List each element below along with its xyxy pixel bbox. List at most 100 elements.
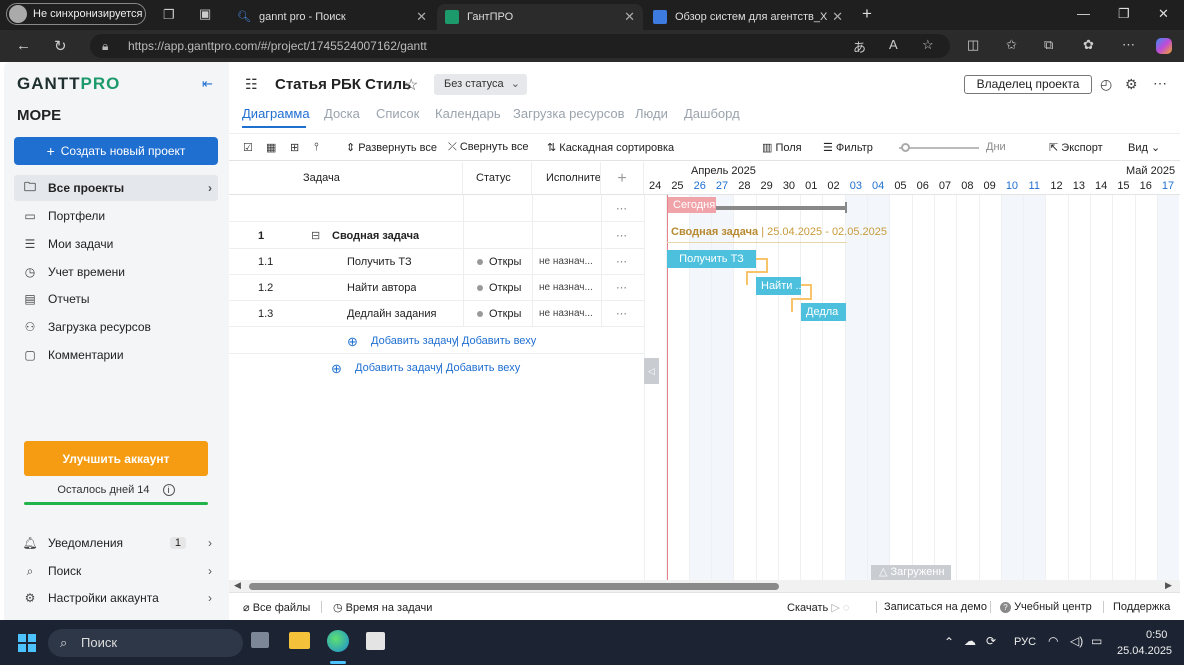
close-icon[interactable]: ✕ [832,9,843,25]
project-summary-bar[interactable] [716,206,846,210]
cascade-sort-button[interactable]: ⇅ Каскадная сортировка [547,141,674,154]
sidebar-item-reports[interactable]: ▤ Отчеты [14,286,218,312]
project-title[interactable]: Статья РБК Стиль [275,76,411,93]
sidebar-item-notifications[interactable]: 🔔︎ Уведомления 1 › [14,530,218,556]
add-circle-icon[interactable]: ⊕ [331,361,342,377]
table-row-project[interactable]: ⋯ [229,196,644,222]
tab-actions-icon[interactable]: ▣ [199,6,211,22]
indent-icon[interactable]: ⫯ [314,141,319,154]
clock-date[interactable]: 25.04.2025 [1117,645,1172,657]
export-button[interactable]: ⇱ Экспорт [1049,141,1103,154]
copilot-icon[interactable] [1156,38,1172,54]
book-demo-link[interactable]: Записаться на демо [884,601,987,613]
video-editor-icon[interactable] [366,632,385,650]
summary-task-label[interactable]: Сводная задача | 25.04.2025 - 02.05.2025 [671,226,887,238]
gear-icon[interactable]: ⚙ [1125,76,1138,93]
task-assignee[interactable]: не назнач... [539,301,597,327]
learning-center-link[interactable]: ? Учебный центр [1000,601,1092,613]
download-link[interactable]: Скачать ▷ ◌ [787,601,849,614]
favorites-icon[interactable]: ✩ [1006,37,1017,53]
favorite-star-icon[interactable]: ☆ [404,75,418,95]
create-project-button[interactable]: + Создать новый проект [14,137,218,165]
task-status[interactable]: Откры [477,275,529,301]
table-row[interactable]: 1.3 Дедлайн задания Откры не назнач... ⋯ [229,301,644,327]
minimize-icon[interactable]: — [1077,6,1090,21]
grid-resize-handle[interactable]: ◁ [644,358,659,384]
history-icon[interactable]: ◴ [1100,76,1112,93]
add-milestone-link[interactable]: | Добавить веху [456,335,536,347]
tab-board[interactable]: Доска [324,106,360,121]
header-assignee[interactable]: Исполните [532,162,601,195]
tab-diagram[interactable]: Диаграмма [242,106,310,121]
read-aloud-icon[interactable]: A [889,37,898,52]
row-menu-icon[interactable]: ⋯ [616,196,628,222]
tab-search[interactable]: 🔍︎ gannt pro - Поиск ✕ [229,4,435,30]
info-icon[interactable]: i [162,484,175,496]
zoom-slider[interactable] [899,143,979,152]
header-task[interactable]: Задача [229,162,463,195]
extensions-icon[interactable]: ✿ [1083,37,1094,53]
tab-dashboard[interactable]: Дашборд [684,106,740,121]
edge-icon[interactable] [327,630,349,652]
collapse-sidebar-icon[interactable]: ⇤ [202,76,213,92]
task-status[interactable]: Откры [477,301,529,327]
task-status[interactable]: Откры [477,249,529,275]
task-name[interactable]: Найти автора [347,275,416,301]
task-bar[interactable]: Получить ТЗ [667,250,756,268]
select-checkbox-icon[interactable]: ☑ [243,141,253,154]
more-icon[interactable]: ⋯ [1153,75,1167,92]
fields-button[interactable]: ▥ Поля [762,141,802,154]
time-on-tasks-link[interactable]: ◷ Время на задачи [333,601,432,614]
sidebar-item-portfolios[interactable]: ▭ Портфели [14,203,218,229]
calendar-icon[interactable]: ▦ [266,141,276,154]
tab-ganttpro[interactable]: ГантПРО ✕ [437,4,643,30]
zoom-slider-handle[interactable] [901,143,910,152]
favorite-star-icon[interactable]: ☆ [922,37,934,53]
cloud-icon[interactable]: ☁ [964,634,976,648]
new-tab-icon[interactable]: + [862,4,872,24]
scroll-right-icon[interactable]: ▶ [1165,580,1172,591]
task-name[interactable]: Получить ТЗ [347,249,412,275]
add-task-link[interactable]: Добавить задачу [371,335,457,347]
tab-habr[interactable]: Обзор систем для агентств_Хабр ✕ [645,4,851,30]
clock-time[interactable]: 0:50 [1146,629,1167,641]
battery-icon[interactable]: ▭ [1091,634,1102,648]
windows-start-icon[interactable] [18,634,36,652]
row-menu-icon[interactable]: ⋯ [616,275,628,301]
sidebar-item-account-settings[interactable]: ⚙ Настройки аккаунта › [14,585,218,611]
table-row[interactable]: 1.1 Получить ТЗ Откры не назнач... ⋯ [229,249,644,275]
filter-button[interactable]: ☰ Фильтр [823,141,873,154]
row-menu-icon[interactable]: ⋯ [616,301,628,327]
sync-icon[interactable]: ⟳ [986,634,996,648]
tab-calendar[interactable]: Календарь [435,106,501,121]
scroll-left-icon[interactable]: ◀ [234,580,241,591]
translate-icon[interactable]: あ [853,37,866,56]
task-assignee[interactable]: не назнач... [539,249,597,275]
sidebar-item-comments[interactable]: ▢ Комментарии [14,342,218,368]
support-link[interactable]: Поддержка [1113,601,1170,613]
show-hidden-icons[interactable]: ⌃ [944,635,954,649]
task-name[interactable]: Сводная задача [332,223,419,249]
workspaces-icon[interactable]: ❐ [163,7,175,23]
profile-button[interactable]: Не синхронизируется [6,3,146,25]
sidebar-item-time-tracking[interactable]: ◷ Учет времени [14,259,218,285]
collapse-all-button[interactable]: ⤫ Свернуть все [448,141,529,154]
restore-icon[interactable]: ❐ [1118,6,1130,22]
volume-icon[interactable]: ◁) [1070,634,1083,648]
sidebar-item-search[interactable]: ⌕ Поиск › [14,558,218,584]
taskbar-search[interactable]: ⌕ Поиск [48,629,243,657]
view-dropdown[interactable]: Вид ⌄ [1128,141,1160,154]
more-icon[interactable]: ⋯ [1122,37,1135,53]
header-status[interactable]: Статус [463,162,532,195]
horizontal-scrollbar[interactable]: ◀ ▶ [229,580,1180,592]
row-menu-icon[interactable]: ⋯ [616,249,628,275]
close-icon[interactable]: ✕ [416,9,427,25]
table-row[interactable]: 1 ⊟ Сводная задача ⋯ [229,223,644,249]
close-window-icon[interactable]: ✕ [1158,6,1169,22]
add-column-button[interactable]: + [601,162,644,195]
collapse-group-icon[interactable]: ⊟ [311,223,320,249]
language-indicator[interactable]: РУС [1014,636,1036,648]
tab-list[interactable]: Список [376,106,419,121]
sidebar-item-resources[interactable]: ⚇ Загрузка ресурсов [14,314,218,340]
refresh-icon[interactable]: ↻ [54,37,67,55]
